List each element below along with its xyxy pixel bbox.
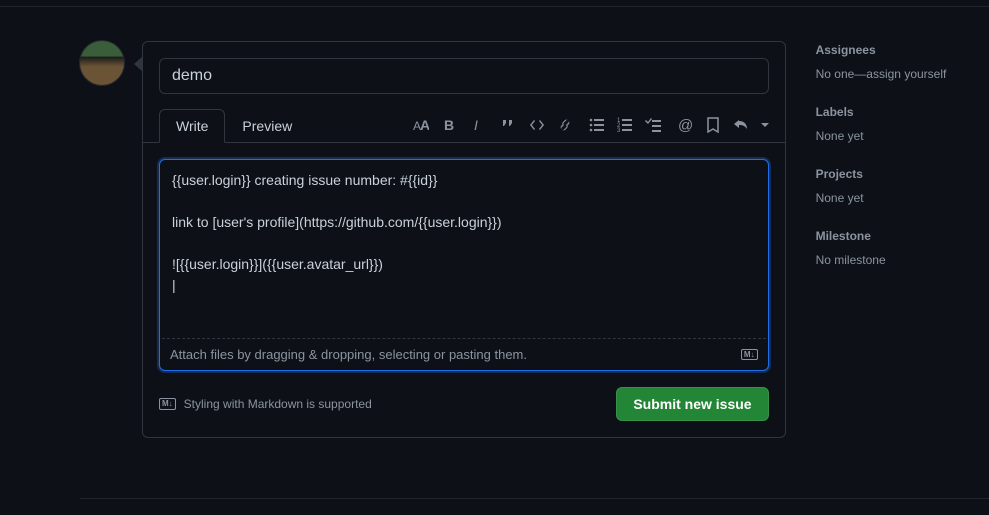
chevron-down-icon[interactable] (761, 117, 769, 133)
labels-heading[interactable]: Labels (816, 105, 989, 119)
mention-icon[interactable]: @ (677, 117, 693, 133)
saved-reply-icon[interactable] (705, 117, 721, 133)
attach-hint[interactable]: Attach files by dragging & dropping, sel… (170, 347, 527, 362)
svg-text:3: 3 (617, 128, 621, 133)
italic-icon[interactable]: I (469, 117, 485, 133)
ol-icon[interactable]: 123 (617, 117, 633, 133)
assignees-heading[interactable]: Assignees (816, 43, 989, 57)
markdown-icon: M↓ (741, 349, 758, 361)
svg-text:A: A (420, 117, 429, 133)
assign-yourself-link[interactable]: assign yourself (866, 67, 946, 81)
issue-body-textarea[interactable]: {{user.login}} creating issue number: #{… (160, 160, 768, 338)
projects-text: None yet (816, 191, 989, 205)
milestone-heading[interactable]: Milestone (816, 229, 989, 243)
link-icon[interactable] (557, 117, 573, 133)
bold-icon[interactable]: B (441, 117, 457, 133)
svg-text:@: @ (678, 117, 693, 133)
svg-text:I: I (474, 117, 478, 133)
quote-icon[interactable] (501, 117, 517, 133)
avatar (80, 41, 124, 85)
svg-text:B: B (444, 117, 454, 133)
projects-heading[interactable]: Projects (816, 167, 989, 181)
tab-preview[interactable]: Preview (225, 109, 309, 143)
labels-text: None yet (816, 129, 989, 143)
markdown-help-text: Styling with Markdown is supported (184, 397, 372, 411)
code-icon[interactable] (529, 117, 545, 133)
reply-icon[interactable] (733, 117, 749, 133)
milestone-text: No milestone (816, 253, 989, 267)
repo-tab-bar (0, 0, 989, 7)
heading-icon[interactable]: AA (413, 117, 429, 133)
tasklist-icon[interactable] (645, 117, 661, 133)
issue-composer: Write Preview AA B I (142, 41, 786, 438)
tab-write[interactable]: Write (159, 109, 225, 143)
markdown-icon: M↓ (159, 398, 176, 410)
assignees-text: No one— (816, 67, 867, 81)
submit-new-issue-button[interactable]: Submit new issue (616, 387, 768, 421)
ul-icon[interactable] (589, 117, 605, 133)
markdown-help[interactable]: M↓ Styling with Markdown is supported (159, 397, 372, 411)
md-toolbar: AA B I 123 @ (413, 117, 769, 133)
issue-title-input[interactable] (159, 58, 769, 94)
